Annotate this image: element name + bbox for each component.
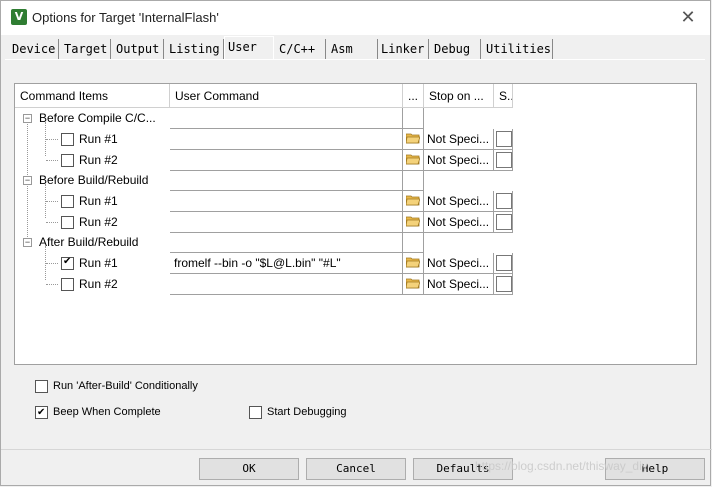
run-label: Run #1 <box>79 132 118 146</box>
s-checkbox-cell[interactable] <box>494 253 513 274</box>
command-row: Run #1 fromelf --bin -o "$L@L.bin" "#L" … <box>15 253 513 274</box>
user-command-field[interactable] <box>170 150 403 171</box>
run-label: Run #1 <box>79 256 118 270</box>
run-checkbox[interactable] <box>61 195 74 208</box>
command-row: Run #2 Not Speci... <box>15 212 513 233</box>
command-row: Run #2 Not Speci... <box>15 150 513 171</box>
header-s[interactable]: S... <box>494 84 513 108</box>
beep-checkbox[interactable] <box>35 405 48 421</box>
s-checkbox-cell[interactable] <box>494 191 513 212</box>
user-command-field[interactable]: fromelf --bin -o "$L@L.bin" "#L" <box>170 253 403 274</box>
run-checkbox[interactable] <box>61 216 74 229</box>
tab-user[interactable]: User <box>224 36 274 60</box>
browse-button[interactable] <box>403 253 424 274</box>
folder-open-icon <box>406 154 420 165</box>
collapse-icon[interactable]: − <box>23 176 32 185</box>
group-label: Before Build/Rebuild <box>39 173 149 187</box>
run-checkbox[interactable] <box>61 154 74 167</box>
tab-device[interactable]: Device <box>9 39 59 59</box>
s-checkbox-cell[interactable] <box>494 150 513 171</box>
browse-button[interactable] <box>403 212 424 233</box>
collapse-icon[interactable]: − <box>23 114 32 123</box>
stop-on-select[interactable]: Not Speci... <box>424 253 494 274</box>
command-row: Run #2 Not Speci... <box>15 274 513 295</box>
group-row-before-compile: − Before Compile C/C... <box>15 108 512 129</box>
watermark-text: https://blog.csdn.net/thisway_diy <box>475 459 648 473</box>
s-checkbox-cell[interactable] <box>494 212 513 233</box>
command-row: Run #1 Not Speci... <box>15 191 513 212</box>
group-label: Before Compile C/C... <box>39 111 156 125</box>
s-checkbox-cell[interactable] <box>494 129 513 150</box>
folder-open-icon <box>406 278 420 289</box>
group-row-before-build: − Before Build/Rebuild <box>15 170 512 191</box>
stop-on-select[interactable]: Not Speci... <box>424 274 494 295</box>
window-title: Options for Target 'InternalFlash' <box>32 10 219 25</box>
keil-app-icon: V <box>11 9 27 25</box>
run-label: Run #2 <box>79 215 118 229</box>
tab-utilities[interactable]: Utilities <box>483 39 553 59</box>
run-label: Run #2 <box>79 277 118 291</box>
tab-listing[interactable]: Listing <box>166 39 224 59</box>
tab-linker[interactable]: Linker <box>378 39 429 59</box>
run-checkbox[interactable] <box>61 278 74 291</box>
user-commands-grid: Command Items User Command ... Stop on .… <box>14 83 697 365</box>
run-after-build-checkbox[interactable] <box>35 380 48 393</box>
group-row-after-build: − After Build/Rebuild <box>15 232 512 253</box>
group-label: After Build/Rebuild <box>39 235 139 249</box>
folder-open-icon <box>406 133 420 144</box>
tab-asm[interactable]: Asm <box>328 39 378 59</box>
stop-on-select[interactable]: Not Speci... <box>424 150 494 171</box>
stop-on-select[interactable]: Not Speci... <box>424 191 494 212</box>
folder-open-icon <box>406 195 420 206</box>
user-command-field[interactable] <box>170 274 403 295</box>
tab-debug[interactable]: Debug <box>431 39 481 59</box>
close-icon[interactable]: ✕ <box>678 7 698 27</box>
browse-button[interactable] <box>403 129 424 150</box>
stop-on-select[interactable]: Not Speci... <box>424 129 494 150</box>
cancel-button[interactable]: Cancel <box>306 458 406 480</box>
user-command-field[interactable] <box>170 191 403 212</box>
start-debugging-checkbox[interactable] <box>249 406 262 419</box>
button-bar-divider <box>1 449 712 450</box>
run-checkbox[interactable] <box>61 256 74 270</box>
tab-output[interactable]: Output <box>113 39 164 59</box>
stop-on-select[interactable]: Not Speci... <box>424 212 494 233</box>
folder-open-icon <box>406 257 420 268</box>
folder-open-icon <box>406 216 420 227</box>
user-command-field[interactable] <box>170 212 403 233</box>
header-user-command[interactable]: User Command <box>170 84 403 108</box>
browse-button[interactable] <box>403 191 424 212</box>
title-bar: V Options for Target 'InternalFlash' ✕ <box>1 1 710 35</box>
options-dialog: V Options for Target 'InternalFlash' ✕ D… <box>0 0 712 486</box>
browse-button[interactable] <box>403 150 424 171</box>
header-stop-on[interactable]: Stop on ... <box>424 84 494 108</box>
header-browse[interactable]: ... <box>403 84 424 108</box>
header-command-items[interactable]: Command Items <box>15 84 170 108</box>
run-label: Run #1 <box>79 194 118 208</box>
s-checkbox-cell[interactable] <box>494 274 513 295</box>
tab-c-cpp[interactable]: C/C++ <box>276 39 326 59</box>
command-row: Run #1 Not Speci... <box>15 129 513 150</box>
ok-button[interactable]: OK <box>199 458 299 480</box>
tab-target[interactable]: Target <box>61 39 111 59</box>
user-tab-panel: Command Items User Command ... Stop on .… <box>5 59 705 448</box>
browse-button[interactable] <box>403 274 424 295</box>
run-checkbox[interactable] <box>61 133 74 146</box>
collapse-icon[interactable]: − <box>23 238 32 247</box>
run-label: Run #2 <box>79 153 118 167</box>
user-command-field[interactable] <box>170 129 403 150</box>
